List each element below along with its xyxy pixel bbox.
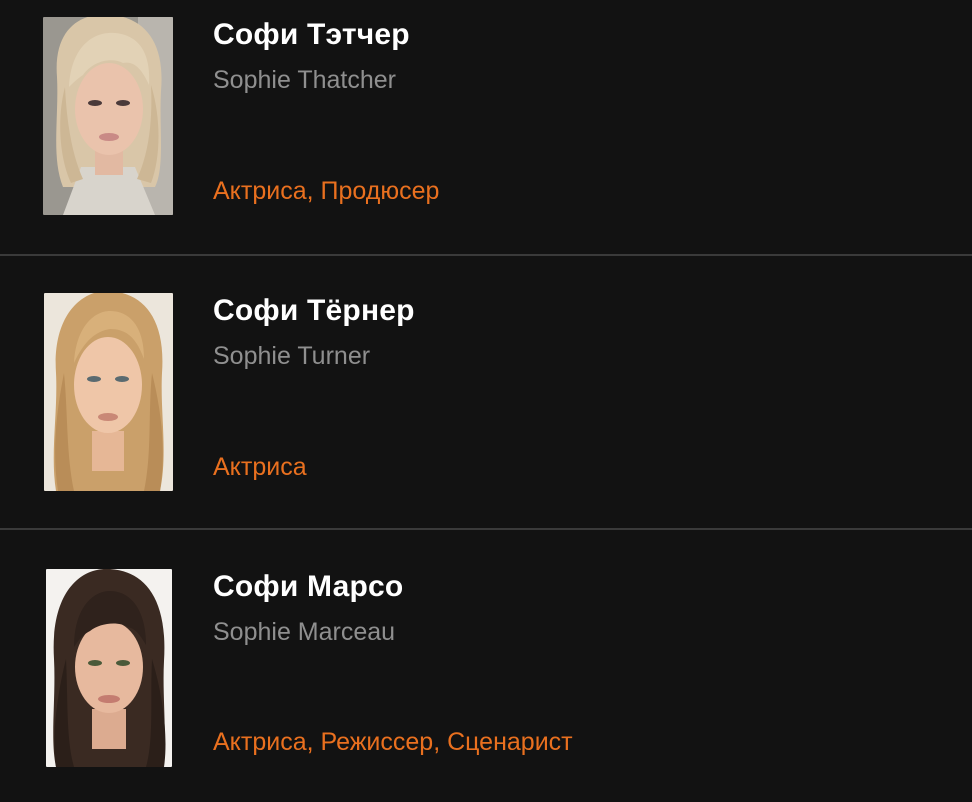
person-row-sophie-marceau[interactable]: Софи Марсо Sophie Marceau Актриса, Режис… xyxy=(0,530,972,802)
person-name: Софи Тэтчер xyxy=(213,18,410,51)
portrait-image xyxy=(43,17,173,215)
person-row-sophie-turner[interactable]: Софи Тёрнер Sophie Turner Актриса xyxy=(0,256,972,528)
person-original-name: Sophie Thatcher xyxy=(213,66,396,94)
person-original-name: Sophie Turner xyxy=(213,342,371,370)
person-photo[interactable] xyxy=(44,293,173,491)
person-original-name: Sophie Marceau xyxy=(213,618,396,646)
person-roles: Актриса, Режиссер, Сценарист xyxy=(213,728,573,756)
person-row-sophie-thatcher[interactable]: Софи Тэтчер Sophie Thatcher Актриса, Про… xyxy=(0,0,972,254)
person-roles: Актриса xyxy=(213,453,307,481)
person-photo[interactable] xyxy=(46,569,172,767)
person-photo[interactable] xyxy=(43,17,173,215)
person-name: Софи Тёрнер xyxy=(213,294,415,327)
portrait-image xyxy=(44,293,173,491)
person-name: Софи Марсо xyxy=(213,570,404,603)
portrait-image xyxy=(46,569,172,767)
person-roles: Актриса, Продюсер xyxy=(213,177,440,205)
search-results-list: Софи Тэтчер Sophie Thatcher Актриса, Про… xyxy=(0,0,972,802)
